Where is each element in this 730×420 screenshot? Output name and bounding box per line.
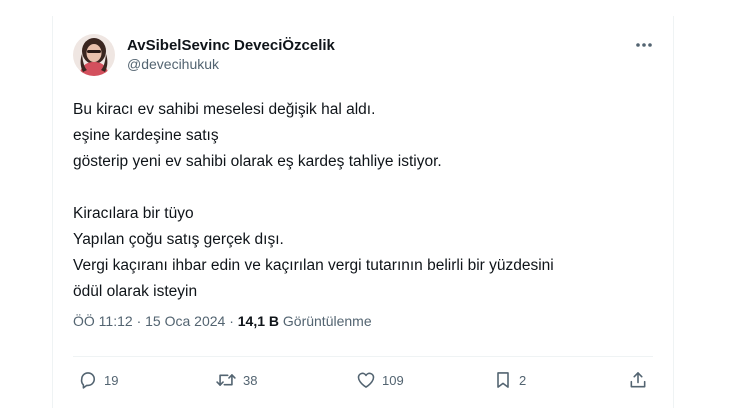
bookmark-icon [497,372,509,388]
tweet-text-line: gösterip yeni ev sahibi olarak eş kardeş… [73,153,442,170]
more-options-button[interactable] [633,38,655,52]
like-button[interactable]: 109 [356,363,404,397]
retweet-count: 38 [243,372,258,388]
reply-icon [80,372,96,389]
tweet-text-line: Yapılan çoğu satış gerçek dışı. [73,231,284,248]
action-bar: 19 38 109 2 [73,363,653,397]
tweet-meta: ÖÖ 11:12 · 15 Oca 2024 · 14,1 B Görüntül… [73,313,372,329]
tweet-date[interactable]: 15 Oca 2024 [145,313,225,329]
share-icon [630,372,646,388]
retweet-icon [216,374,236,386]
tweet-time[interactable]: ÖÖ 11:12 [73,313,133,329]
tweet-text-line: Kiracılara bir tüyo [73,205,194,222]
user-info: AvSibelSevinc DeveciÖzcelik @devecihukuk [127,36,335,74]
avatar[interactable] [73,34,115,76]
views-label: Görüntülenme [282,313,372,329]
display-name[interactable]: AvSibelSevinc DeveciÖzcelik [127,36,335,55]
tweet-text: Bu kiracı ev sahibi meselesi değişik hal… [73,97,653,305]
reply-count: 19 [104,372,119,388]
tweet-text-line: ödül olarak isteyin [73,283,198,300]
more-horizontal-icon [636,43,652,47]
tweet-card: AvSibelSevinc DeveciÖzcelik @devecihukuk… [52,16,674,408]
bookmark-count: 2 [519,372,527,388]
bookmark-button[interactable]: 2 [493,363,526,397]
meta-separator: · [136,313,142,329]
retweet-button[interactable]: 38 [215,363,257,397]
tweet-text-line: Bu kiracı ev sahibi meselesi değişik hal… [73,101,376,118]
tweet-text-blank-line [73,175,653,201]
views-count: 14,1 B [237,313,279,329]
like-count: 109 [382,372,404,388]
tweet-text-line: eşine kardeşine satış [73,127,219,144]
user-handle[interactable]: @devecihukuk [127,55,335,74]
share-button[interactable] [628,363,648,397]
divider [73,356,653,357]
heart-icon [357,372,375,388]
tweet-text-line: Vergi kaçıranı ihbar edin ve kaçırılan v… [73,257,554,274]
reply-button[interactable]: 19 [78,363,118,397]
meta-separator: · [229,313,234,329]
